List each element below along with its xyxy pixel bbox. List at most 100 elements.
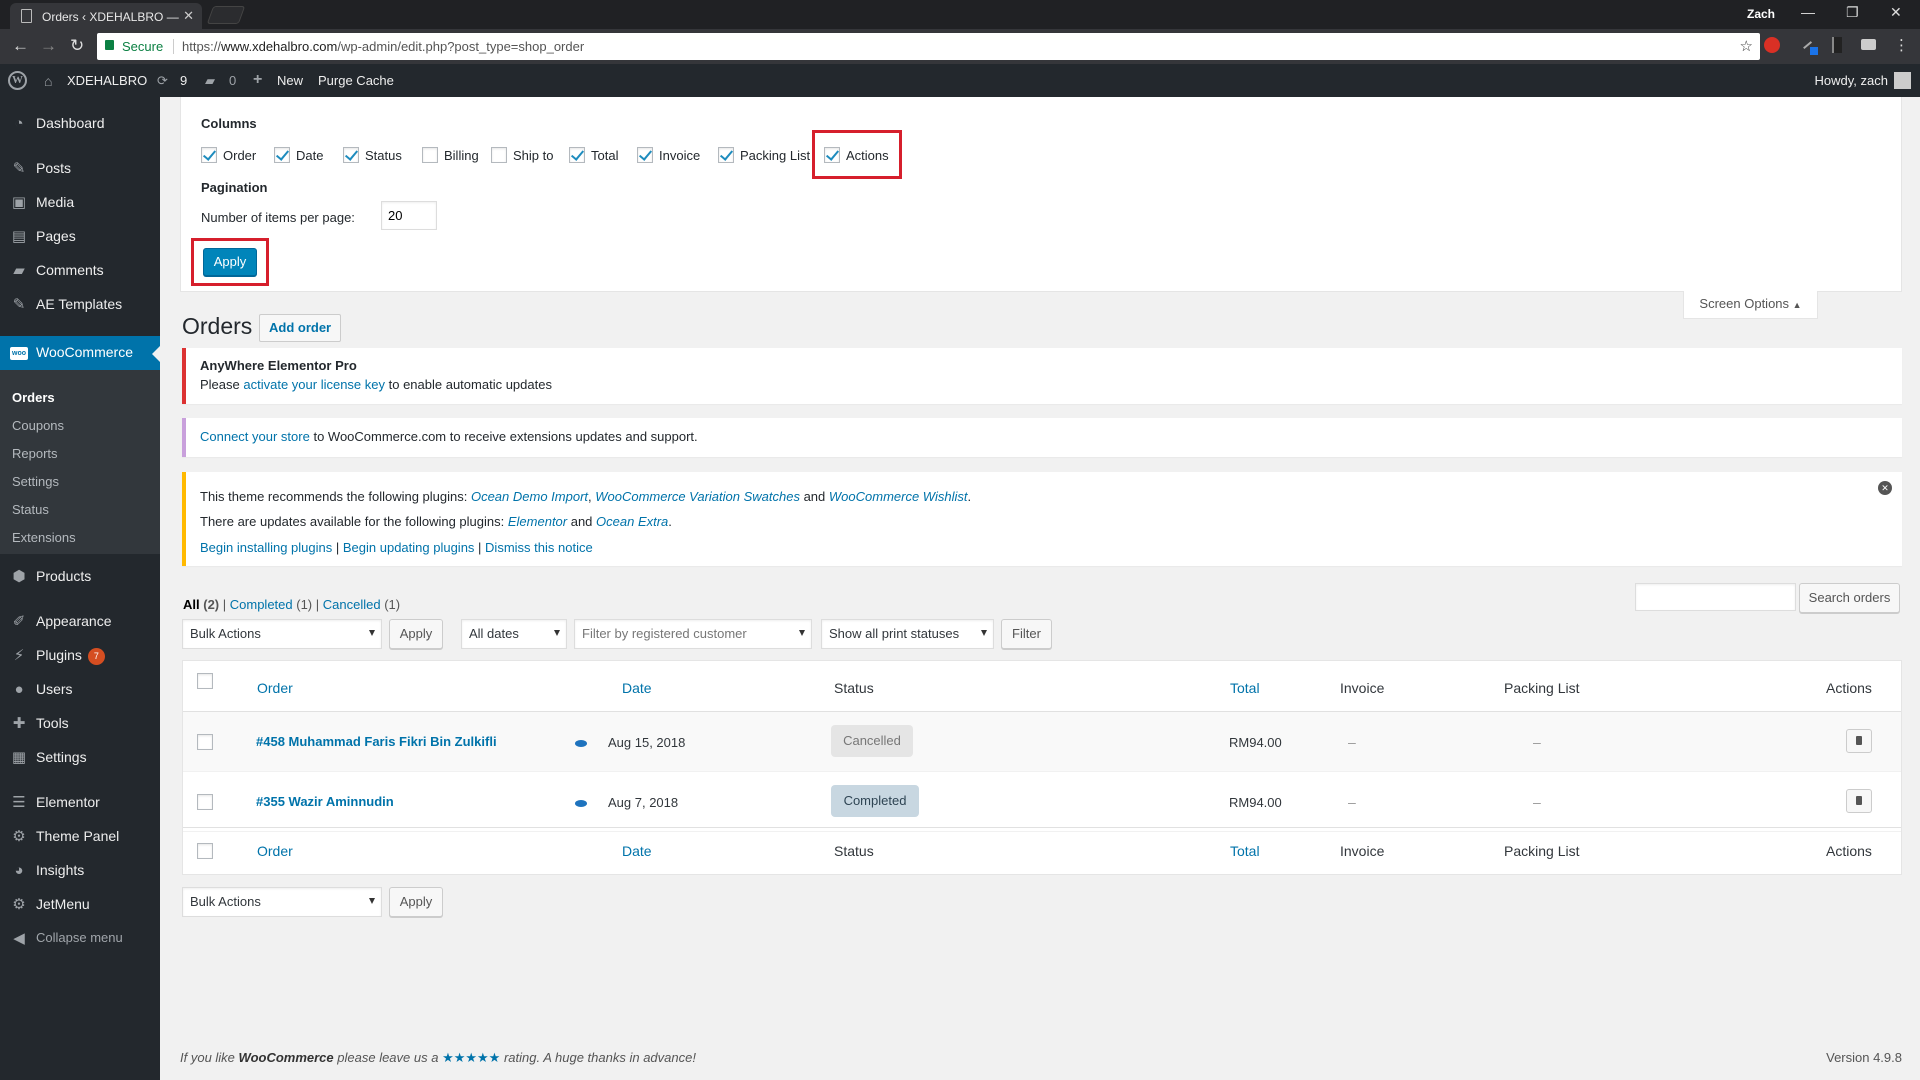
checkbox[interactable] [343, 147, 359, 163]
view-all-link[interactable]: All (2) [183, 597, 219, 612]
submenu-item-reports[interactable]: Reports [12, 446, 58, 461]
print-document-icon[interactable] [1846, 789, 1872, 813]
column-footer-order[interactable]: Order [257, 843, 293, 859]
sidebar-item-theme-panel[interactable]: ⚙ Theme Panel [0, 820, 160, 854]
row-checkbox[interactable] [197, 794, 213, 810]
checkbox[interactable] [422, 147, 438, 163]
checkbox[interactable] [274, 147, 290, 163]
column-toggle-invoice[interactable]: Invoice [637, 147, 700, 163]
dismiss-notice-link[interactable]: Dismiss this notice [485, 540, 593, 555]
new-tab-button[interactable] [206, 6, 246, 24]
screen-options-toggle[interactable]: Screen Options ▲ [1683, 291, 1818, 319]
customer-filter-select[interactable]: Filter by registered customer [574, 619, 812, 649]
sidebar-item-posts[interactable]: ✎ Posts [0, 152, 160, 186]
print-document-icon[interactable] [1846, 729, 1872, 753]
new-link[interactable]: New [277, 73, 303, 88]
bulk-apply-button-bottom[interactable]: Apply [389, 887, 443, 917]
order-link[interactable]: #355 Wazir Aminnudin [256, 794, 394, 809]
column-footer-date[interactable]: Date [622, 843, 652, 859]
sidebar-item-plugins[interactable]: ⚡ Plugins 7 [0, 639, 160, 673]
close-tab-icon[interactable]: ✕ [183, 8, 194, 24]
submenu-item-settings[interactable]: Settings [12, 474, 59, 489]
purge-cache-link[interactable]: Purge Cache [318, 73, 394, 88]
column-toggle-total[interactable]: Total [569, 147, 618, 163]
elementor-update-link[interactable]: Elementor [508, 514, 567, 529]
preview-eye-icon[interactable] [575, 800, 587, 807]
row-checkbox[interactable] [197, 734, 213, 750]
print-status-select[interactable]: Show all print statuses [821, 619, 994, 649]
sidebar-item-appearance[interactable]: ✐ Appearance [0, 605, 160, 639]
variation-swatches-link[interactable]: WooCommerce Variation Swatches [595, 489, 800, 504]
extension-flag-icon[interactable] [1832, 37, 1842, 53]
preview-eye-icon[interactable] [575, 740, 587, 747]
minimize-icon[interactable]: — [1801, 4, 1815, 20]
submenu-item-extensions[interactable]: Extensions [12, 530, 76, 545]
column-header-date[interactable]: Date [622, 680, 652, 696]
sidebar-item-pages[interactable]: ▤ Pages [0, 220, 160, 254]
sidebar-item-jetmenu[interactable]: ⚙ JetMenu [0, 888, 160, 922]
wordpress-logo-icon[interactable]: W [8, 71, 27, 90]
search-orders-input[interactable] [1635, 583, 1796, 611]
plus-icon[interactable]: + [253, 71, 262, 89]
checkbox[interactable] [569, 147, 585, 163]
sidebar-item-tools[interactable]: ✚ Tools [0, 707, 160, 741]
activate-license-link[interactable]: activate your license key [243, 377, 385, 392]
checkbox[interactable] [491, 147, 507, 163]
browser-menu-icon[interactable]: ⋮ [1894, 36, 1909, 54]
reload-icon[interactable]: ↻ [70, 36, 84, 56]
extension-shield-icon[interactable] [1764, 37, 1780, 53]
submenu-item-coupons[interactable]: Coupons [12, 418, 64, 433]
table-row[interactable]: #458 Muhammad Faris Fikri Bin Zulkifli A… [183, 712, 1901, 772]
sidebar-item-comments[interactable]: ▰ Comments [0, 254, 160, 288]
close-notice-icon[interactable]: ✕ [1878, 481, 1892, 495]
column-footer-total[interactable]: Total [1230, 843, 1260, 859]
collapse-menu-button[interactable]: ◀ Collapse menu [0, 922, 160, 956]
bulk-actions-select-top[interactable]: Bulk Actions [182, 619, 382, 649]
select-all-checkbox[interactable] [197, 673, 213, 689]
column-toggle-status[interactable]: Status [343, 147, 402, 163]
address-bar[interactable]: Secure https://www.xdehalbro.com/wp-admi… [97, 33, 1760, 60]
column-toggle-order[interactable]: Order [201, 147, 256, 163]
howdy-user-link[interactable]: Howdy, zach [1815, 73, 1888, 88]
close-window-icon[interactable]: ✕ [1890, 4, 1902, 21]
browser-profile-name[interactable]: Zach [1747, 7, 1775, 21]
order-link[interactable]: #458 Muhammad Faris Fikri Bin Zulkifli [256, 734, 497, 749]
add-order-button[interactable]: Add order [259, 314, 342, 342]
checkbox[interactable] [637, 147, 653, 163]
sidebar-item-dashboard[interactable]: ◔ Dashboard [0, 107, 160, 141]
sidebar-item-insights[interactable]: ◕ Insights [0, 854, 160, 888]
avatar[interactable] [1894, 72, 1911, 89]
submenu-item-status[interactable]: Status [12, 502, 49, 517]
column-header-order[interactable]: Order [257, 680, 293, 696]
date-filter-select[interactable]: All dates [461, 619, 567, 649]
sidebar-item-users[interactable]: ● Users [0, 673, 160, 707]
sidebar-item-media[interactable]: ▣ Media [0, 186, 160, 220]
bookmark-star-icon[interactable]: ☆ [1740, 37, 1753, 55]
checkbox[interactable] [201, 147, 217, 163]
extension-camera-icon[interactable] [1861, 39, 1876, 50]
bulk-actions-select-bottom[interactable]: Bulk Actions [182, 887, 382, 917]
comments-icon[interactable]: ▰ [205, 73, 215, 89]
submenu-item-orders[interactable]: Orders [12, 390, 55, 405]
checkbox[interactable] [718, 147, 734, 163]
forward-icon[interactable]: → [40, 36, 57, 56]
woocommerce-wishlist-link[interactable]: WooCommerce Wishlist [829, 489, 968, 504]
restore-icon[interactable]: ❐ [1846, 4, 1859, 21]
begin-updating-link[interactable]: Begin updating plugins [343, 540, 475, 555]
back-icon[interactable]: ← [12, 36, 29, 56]
ocean-demo-import-link[interactable]: Ocean Demo Import [471, 489, 588, 504]
sidebar-item-elementor[interactable]: ☰ Elementor [0, 786, 160, 820]
comments-count[interactable]: 0 [229, 73, 236, 88]
site-name-link[interactable]: XDEHALBRO [67, 73, 147, 88]
filter-button[interactable]: Filter [1001, 619, 1052, 649]
connect-store-link[interactable]: Connect your store [200, 429, 310, 444]
table-row[interactable]: #355 Wazir Aminnudin Aug 7, 2018 Complet… [183, 772, 1901, 832]
search-orders-button[interactable]: Search orders [1799, 583, 1900, 613]
view-completed-link[interactable]: Completed (1) [230, 597, 312, 612]
sidebar-item-ae-templates[interactable]: ✎ AE Templates [0, 288, 160, 322]
browser-tab[interactable]: Orders ‹ XDEHALBRO — ✕ [10, 3, 202, 29]
view-cancelled-link[interactable]: Cancelled (1) [323, 597, 400, 612]
sidebar-item-products[interactable]: ⬢ Products [0, 560, 160, 594]
column-toggle-date[interactable]: Date [274, 147, 323, 163]
select-all-checkbox[interactable] [197, 843, 213, 859]
